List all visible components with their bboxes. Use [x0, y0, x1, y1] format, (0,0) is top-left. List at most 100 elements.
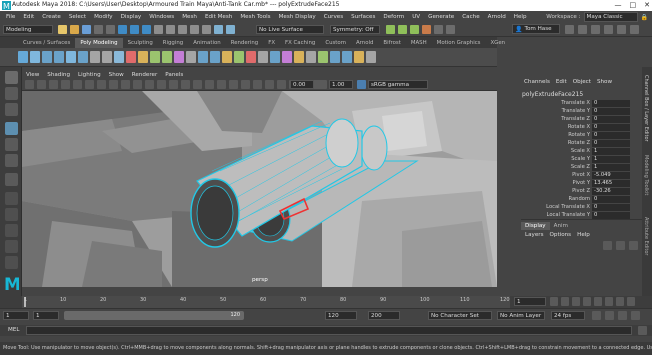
menu-surfaces[interactable]: Surfaces — [347, 14, 379, 20]
fill-hole-icon[interactable] — [234, 51, 244, 63]
attr-value-field[interactable]: 1 — [592, 164, 630, 171]
boolean-union-icon[interactable] — [162, 51, 172, 63]
attr-value-field[interactable]: 1 — [592, 156, 630, 163]
redo-icon[interactable] — [106, 25, 115, 34]
animation-end-field[interactable]: 200 — [368, 311, 400, 320]
select-tool-icon[interactable] — [5, 71, 18, 84]
help-search-icon[interactable] — [578, 25, 587, 34]
attr-value-field[interactable]: 0 — [592, 196, 630, 203]
render-icon[interactable] — [226, 25, 235, 34]
wireframe-icon[interactable] — [157, 80, 166, 89]
menu-curves[interactable]: Curves — [320, 14, 347, 20]
persp-graph-layout-icon[interactable] — [5, 240, 18, 253]
bevel-icon[interactable] — [222, 51, 232, 63]
shelf-tab-fx-caching[interactable]: FX Caching — [280, 38, 320, 48]
poly-cylinder-icon[interactable] — [42, 51, 52, 63]
playback-end-field[interactable]: 120 — [325, 311, 357, 320]
platonic-solid-icon[interactable] — [102, 51, 112, 63]
scale-tool-icon[interactable] — [5, 154, 18, 167]
menu-help[interactable]: Help — [510, 14, 531, 20]
audio-icon[interactable] — [605, 311, 614, 320]
arnold-render-icon[interactable] — [446, 25, 455, 34]
poly-plane-icon[interactable] — [66, 51, 76, 63]
shadows-icon[interactable] — [217, 80, 226, 89]
layer-menu-options[interactable]: Options — [550, 232, 572, 238]
select-by-component-icon[interactable] — [142, 25, 151, 34]
menu-mesh[interactable]: Mesh — [178, 14, 201, 20]
select-by-hierarchy-icon[interactable] — [118, 25, 127, 34]
channel-box-object-name[interactable]: polyExtrudeFace215 — [522, 91, 583, 98]
channel-box-menu-edit[interactable]: Edit — [553, 79, 570, 89]
side-tab-modeling-toolkit[interactable]: Modeling Toolkit — [643, 155, 649, 195]
menu-display[interactable]: Display — [117, 14, 146, 20]
snap-point-icon[interactable] — [178, 25, 187, 34]
boolean-difference-icon[interactable] — [174, 51, 184, 63]
toggle-modeling-toolkit-icon[interactable] — [591, 25, 600, 34]
exposure-field[interactable]: 0.00 — [290, 80, 314, 89]
shelf-tab-motion-graphics[interactable]: Motion Graphics — [432, 38, 486, 48]
close-button[interactable]: ✕ — [644, 1, 650, 9]
toggle-channel-box-icon[interactable] — [630, 25, 639, 34]
ambient-occlusion-icon[interactable] — [229, 80, 238, 89]
channel-box-menu-object[interactable]: Object — [570, 79, 594, 89]
select-camera-icon[interactable] — [25, 80, 34, 89]
field-chart-icon[interactable] — [121, 80, 130, 89]
shelf-tab-fx[interactable]: FX — [263, 38, 280, 48]
menu-uv[interactable]: UV — [408, 14, 424, 20]
side-tab-attribute-editor[interactable]: Attribute Editor — [643, 217, 649, 255]
smooth-shade-icon[interactable] — [169, 80, 178, 89]
gamma-icon[interactable] — [318, 80, 327, 89]
ipr-render-icon[interactable] — [410, 25, 419, 34]
outliner-layout-icon[interactable] — [5, 256, 18, 269]
menu-set-select[interactable]: Modeling — [3, 25, 53, 34]
merge-icon[interactable] — [294, 51, 304, 63]
maximize-button[interactable]: □ — [630, 1, 637, 9]
anti-aliasing-icon[interactable] — [253, 80, 262, 89]
viewport-menu-shading[interactable]: Shading — [43, 72, 74, 78]
shelf-tab-sculpting[interactable]: Sculpting — [123, 38, 158, 48]
perspective-viewport[interactable]: persp — [22, 91, 497, 287]
menu-deform[interactable]: Deform — [379, 14, 408, 20]
shelf-tab-mash[interactable]: MASH — [406, 38, 432, 48]
isolate-select-icon[interactable] — [265, 80, 274, 89]
menu-modify[interactable]: Modify — [90, 14, 117, 20]
go-to-end-icon[interactable] — [627, 297, 635, 306]
menu-arnold[interactable]: Arnold — [484, 14, 510, 20]
multi-cut-icon[interactable] — [246, 51, 256, 63]
toggle-tool-settings-icon[interactable] — [617, 25, 626, 34]
animation-preferences-icon[interactable] — [631, 311, 640, 320]
poly-cube-icon[interactable] — [30, 51, 40, 63]
user-name[interactable]: Tom Hase — [524, 26, 551, 32]
cloud-icon[interactable] — [565, 25, 574, 34]
anim-layer-select[interactable]: No Anim Layer — [497, 311, 545, 320]
safe-title-icon[interactable] — [145, 80, 154, 89]
render-view-icon[interactable] — [386, 25, 395, 34]
toggle-attribute-editor-icon[interactable] — [604, 25, 613, 34]
target-weld-icon[interactable] — [270, 51, 280, 63]
menu-select[interactable]: Select — [65, 14, 90, 20]
range-bar[interactable]: 120 — [64, 311, 244, 320]
use-all-lights-icon[interactable] — [205, 80, 214, 89]
cylindrical-map-icon[interactable] — [354, 51, 364, 63]
open-scene-icon[interactable] — [70, 25, 79, 34]
channel-box-menu-show[interactable]: Show — [594, 79, 615, 89]
lasso-tool-icon[interactable] — [5, 87, 18, 100]
attr-value-field[interactable]: 1 — [592, 148, 630, 155]
script-editor-icon[interactable] — [638, 326, 647, 335]
paint-select-tool-icon[interactable] — [5, 103, 18, 116]
attr-value-field[interactable]: 0 — [592, 212, 630, 219]
super-shape-icon[interactable] — [114, 51, 124, 63]
viewport-menu-lighting[interactable]: Lighting — [74, 72, 105, 78]
separate-icon[interactable] — [138, 51, 148, 63]
shelf-tab-custom[interactable]: Custom — [320, 38, 351, 48]
color-management-icon[interactable] — [357, 80, 366, 89]
smooth-icon[interactable] — [150, 51, 160, 63]
motion-blur-icon[interactable] — [241, 80, 250, 89]
step-forward-key-icon[interactable] — [616, 297, 624, 306]
channel-box-menu-channels[interactable]: Channels — [521, 79, 553, 89]
textured-icon[interactable] — [193, 80, 202, 89]
attr-value-field[interactable]: -5.049 — [592, 172, 630, 179]
symmetry-select[interactable]: Symmetry: Off — [330, 25, 380, 34]
viewport-menu-show[interactable]: Show — [105, 72, 128, 78]
minimize-button[interactable]: — — [615, 1, 622, 9]
